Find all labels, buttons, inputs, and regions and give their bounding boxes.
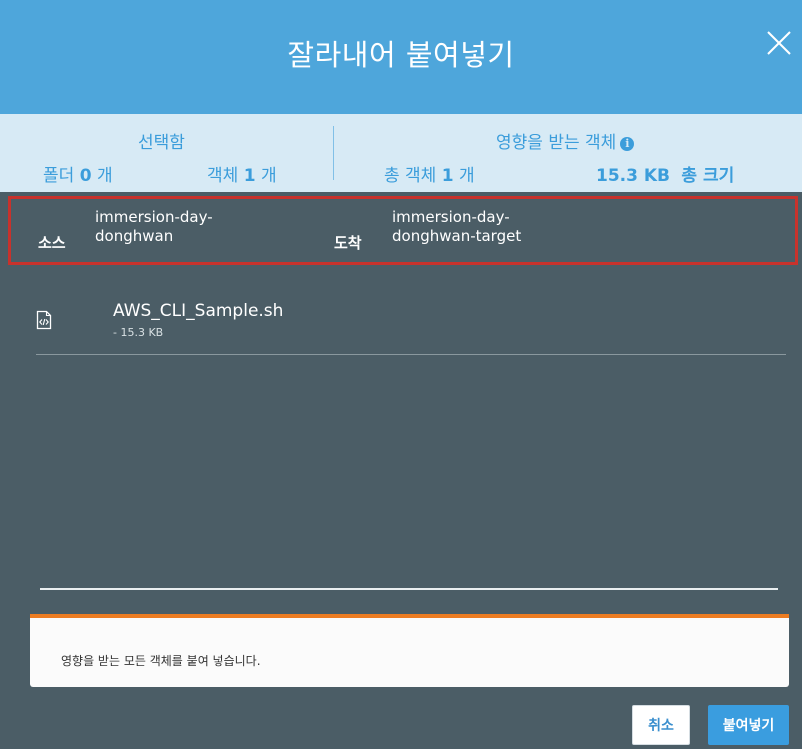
destination-label: 도착 xyxy=(334,234,362,252)
dialog-header: 잘라내어 붙여넣기 xyxy=(0,0,802,114)
objects-count-value: 1 xyxy=(243,166,256,186)
objects-label: 객체 xyxy=(207,166,239,186)
notice-box: 영향을 받는 모든 객체를 붙여 넣습니다. xyxy=(30,614,789,687)
close-icon xyxy=(767,31,791,55)
total-objects: 총 객체 1 개 xyxy=(384,161,475,186)
folders-count: 폴더 0 개 xyxy=(43,161,113,186)
folders-unit: 개 xyxy=(96,166,113,186)
total-objects-unit: 개 xyxy=(458,166,475,186)
file-size: - 15.3 KB xyxy=(113,326,164,339)
file-name: AWS_CLI_Sample.sh xyxy=(113,301,284,321)
source-destination-bar: 소스 immersion-day- donghwan 도착 immersion-… xyxy=(8,196,798,265)
list-item: AWS_CLI_Sample.sh - 15.3 KB xyxy=(36,300,786,355)
cancel-button[interactable]: 취소 xyxy=(632,705,690,745)
selection-summary: 선택함 폴더 0 개 객체 1 개 영향을 받는 객체 i 총 객체 1 개 15… xyxy=(0,114,802,192)
source-bucket-line2: donghwan xyxy=(95,227,174,245)
destination-bucket: immersion-day- donghwan-target xyxy=(392,208,521,246)
affected-heading-label: 영향을 받는 객체 xyxy=(496,133,617,153)
paste-button[interactable]: 붙여넣기 xyxy=(708,705,789,745)
folders-count-value: 0 xyxy=(79,166,92,186)
source-bucket-line1: immersion-day- xyxy=(95,208,213,226)
objects-unit: 개 xyxy=(260,166,277,186)
source-label: 소스 xyxy=(38,234,66,252)
total-size-value: 15.3 KB xyxy=(596,166,670,186)
dialog-title: 잘라내어 붙여넣기 xyxy=(287,38,515,72)
code-file-icon xyxy=(36,310,52,330)
source-bucket: immersion-day- donghwan xyxy=(95,208,213,246)
total-objects-label: 총 객체 xyxy=(384,166,437,186)
affected-heading: 영향을 받는 객체 i xyxy=(496,128,635,153)
list-divider xyxy=(40,588,778,590)
selected-heading: 선택함 xyxy=(138,133,185,153)
close-button[interactable] xyxy=(764,28,794,58)
total-size-label: 총 크기 xyxy=(681,166,735,186)
notice-text: 영향을 받는 모든 객체를 붙여 넣습니다. xyxy=(61,654,261,668)
destination-bucket-line1: immersion-day- xyxy=(392,208,510,226)
total-size: 15.3 KB 총 크기 xyxy=(596,161,734,186)
destination-bucket-line2: donghwan-target xyxy=(392,227,522,245)
info-icon[interactable]: i xyxy=(620,137,635,151)
objects-count: 객체 1 개 xyxy=(207,161,277,186)
folders-label: 폴더 xyxy=(43,166,75,186)
summary-divider xyxy=(333,126,334,180)
total-objects-value: 1 xyxy=(441,166,454,186)
